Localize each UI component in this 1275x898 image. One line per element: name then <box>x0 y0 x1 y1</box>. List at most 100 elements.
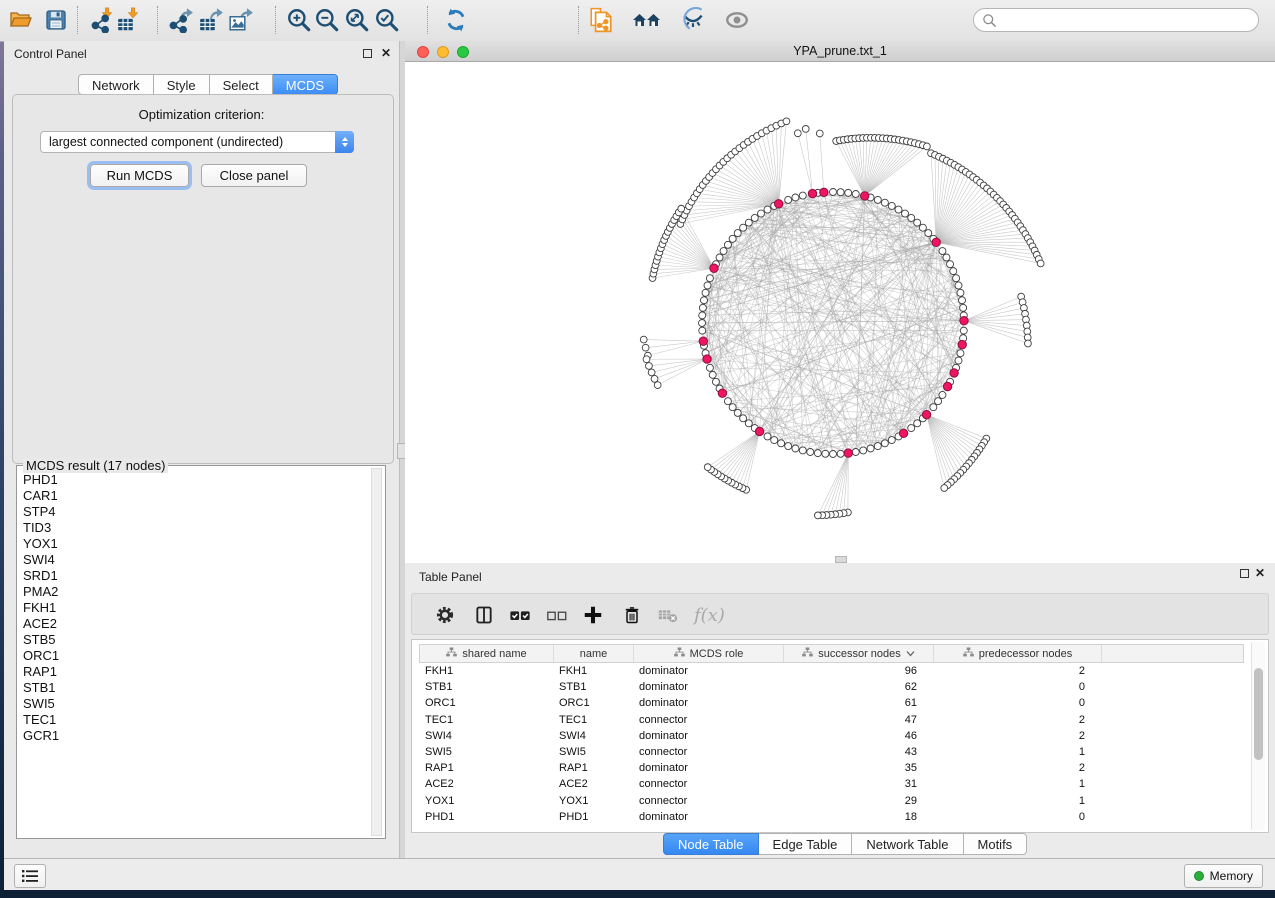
mcds-result-item[interactable]: PMA2 <box>21 584 369 600</box>
mcds-result-item[interactable]: ORC1 <box>21 648 369 664</box>
cell: 0 <box>933 679 1101 695</box>
search-box[interactable] <box>973 8 1259 32</box>
mcds-result-item[interactable]: PHD1 <box>21 472 369 488</box>
tab-select[interactable]: Select <box>210 74 273 95</box>
column-header-predecessor-nodes[interactable]: predecessor nodes <box>934 645 1102 662</box>
open-folder-icon[interactable] <box>6 5 36 35</box>
cell <box>1101 663 1244 679</box>
table-row[interactable]: FKH1FKH1dominator962 <box>419 663 1244 679</box>
table-scrollbar-thumb[interactable] <box>1254 668 1263 760</box>
tab-edge-table[interactable]: Edge Table <box>759 833 853 855</box>
table-row[interactable]: TEC1TEC1connector472 <box>419 712 1244 728</box>
import-table-icon[interactable] <box>114 5 144 35</box>
mcds-result-item[interactable]: SRD1 <box>21 568 369 584</box>
table-row[interactable]: SWI4SWI4dominator462 <box>419 728 1244 744</box>
optimization-criterion-label: Optimization criterion: <box>4 107 399 122</box>
column-header-name[interactable]: name <box>554 645 634 662</box>
zoom-out-icon[interactable] <box>312 5 342 35</box>
optimization-criterion-select[interactable]: largest connected component (undirected) <box>40 131 354 153</box>
table-row[interactable]: STB1STB1dominator620 <box>419 679 1244 695</box>
show-columns-icon[interactable] <box>474 603 494 627</box>
table-settings-gear-icon[interactable] <box>434 603 456 627</box>
column-type-icon <box>674 647 685 661</box>
table-row[interactable]: RAP1RAP1dominator352 <box>419 760 1244 776</box>
cell: 1 <box>933 793 1101 809</box>
export-network-icon[interactable] <box>166 5 196 35</box>
mcds-result-item[interactable]: STB1 <box>21 680 369 696</box>
cell: 29 <box>783 793 933 809</box>
table-row[interactable]: PHD1PHD1dominator180 <box>419 809 1244 825</box>
close-table-panel-icon[interactable]: ✕ <box>1255 566 1265 580</box>
horizontal-splitter-handle[interactable] <box>835 556 847 563</box>
column-header-shared-name[interactable]: shared name <box>420 645 554 662</box>
tab-network-table[interactable]: Network Table <box>852 833 963 855</box>
cell <box>1101 809 1244 825</box>
close-panel-icon[interactable]: ✕ <box>381 46 391 60</box>
table-row[interactable]: ORC1ORC1dominator610 <box>419 695 1244 711</box>
close-panel-button[interactable]: Close panel <box>201 164 307 187</box>
mcds-result-item[interactable]: RAP1 <box>21 664 369 680</box>
add-column-icon[interactable] <box>582 603 604 627</box>
table-row[interactable]: SWI5SWI5connector431 <box>419 744 1244 760</box>
network-window-titlebar: YPA_prune.txt_1 <box>405 41 1275 62</box>
column-header-successor-nodes[interactable]: successor nodes <box>784 645 934 662</box>
tab-mcds[interactable]: MCDS <box>273 74 338 95</box>
mcds-result-item[interactable]: STB5 <box>21 632 369 648</box>
mcds-result-item[interactable]: STP4 <box>21 504 369 520</box>
tab-style[interactable]: Style <box>154 74 210 95</box>
network-graph[interactable] <box>405 62 1275 563</box>
cell: STB1 <box>553 679 633 695</box>
cell: ORC1 <box>553 695 633 711</box>
table-row[interactable]: ACE2ACE2connector311 <box>419 776 1244 792</box>
tab-network[interactable]: Network <box>78 74 154 95</box>
mcds-list-scrollbar[interactable] <box>371 468 382 836</box>
refresh-icon[interactable] <box>441 5 471 35</box>
delete-column-trash-icon[interactable] <box>622 603 642 627</box>
table-row[interactable]: YOX1YOX1connector291 <box>419 793 1244 809</box>
show-view-icon[interactable] <box>722 5 752 35</box>
zoom-in-icon[interactable] <box>284 5 314 35</box>
memory-button[interactable]: Memory <box>1184 864 1263 888</box>
tab-motifs[interactable]: Motifs <box>964 833 1028 855</box>
mcds-result-item[interactable]: YOX1 <box>21 536 369 552</box>
mcds-result-item[interactable]: FKH1 <box>21 600 369 616</box>
home-views-icon[interactable] <box>632 5 662 35</box>
search-input[interactable] <box>997 12 1258 28</box>
run-mcds-button[interactable]: Run MCDS <box>90 164 189 187</box>
table-scrollbar[interactable] <box>1251 642 1265 830</box>
mcds-result-item[interactable]: TEC1 <box>21 712 369 728</box>
select-all-rows-icon[interactable] <box>508 603 532 627</box>
cell: FKH1 <box>553 663 633 679</box>
cell: ORC1 <box>419 695 553 711</box>
zoom-fit-icon[interactable] <box>342 5 372 35</box>
network-view-canvas[interactable] <box>405 62 1275 563</box>
optimization-criterion-value: largest connected component (undirected) <box>41 135 335 149</box>
mcds-result-item[interactable]: ACE2 <box>21 616 369 632</box>
float-table-panel-icon[interactable] <box>1240 569 1249 578</box>
mcds-result-item[interactable]: TID3 <box>21 520 369 536</box>
deselect-all-rows-icon[interactable] <box>546 603 568 627</box>
cell: STB1 <box>419 679 553 695</box>
mcds-result-item[interactable]: CAR1 <box>21 488 369 504</box>
column-header-MCDS-role[interactable]: MCDS role <box>634 645 784 662</box>
cell: 35 <box>783 760 933 776</box>
mcds-result-item[interactable]: SWI4 <box>21 552 369 568</box>
tab-node-table[interactable]: Node Table <box>663 833 759 855</box>
network-document-icon[interactable] <box>586 5 616 35</box>
zoom-selected-icon[interactable] <box>372 5 402 35</box>
mcds-result-title: MCDS result (17 nodes) <box>23 458 168 473</box>
cell: connector <box>633 712 783 728</box>
search-icon <box>982 13 997 28</box>
cell: dominator <box>633 809 783 825</box>
task-history-button[interactable] <box>14 864 46 888</box>
export-image-icon[interactable] <box>226 5 256 35</box>
export-table-icon[interactable] <box>196 5 226 35</box>
table-tabs: Node TableEdge TableNetwork TableMotifs <box>663 833 1027 855</box>
cell <box>1101 679 1244 695</box>
select-stepper-icon <box>335 131 354 153</box>
hide-view-icon[interactable] <box>678 5 708 35</box>
save-icon[interactable] <box>41 5 71 35</box>
float-panel-icon[interactable] <box>363 49 372 58</box>
mcds-result-item[interactable]: GCR1 <box>21 728 369 744</box>
mcds-result-item[interactable]: SWI5 <box>21 696 369 712</box>
